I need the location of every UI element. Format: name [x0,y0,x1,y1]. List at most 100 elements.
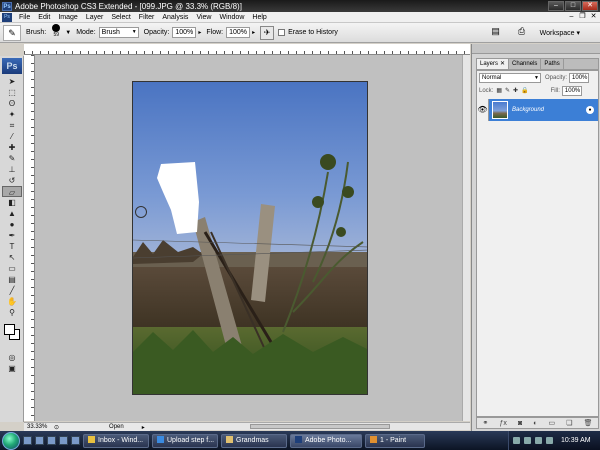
workspace-menu[interactable]: Workspace ▾ [540,29,580,37]
media-quicklaunch-icon[interactable] [59,436,68,445]
lock-all-icon[interactable]: 🔒 [521,87,528,94]
menu-layer[interactable]: Layer [82,14,108,21]
dodge-tool-icon[interactable]: ● [2,219,22,230]
lock-position-icon[interactable]: ✚ [513,87,518,94]
task-grandmas[interactable]: Grandmas [221,433,287,448]
tray-app-icon[interactable] [513,437,520,444]
tab-layers[interactable]: Layers ✕ [477,59,510,69]
opacity-input[interactable]: 100% [172,27,197,38]
eraser-tool-icon[interactable]: ▱ [2,186,22,197]
magic-wand-tool-icon[interactable]: ✦ [2,109,22,120]
foreground-color-swatch[interactable] [4,324,15,335]
new-layer-icon[interactable]: ❏ [566,419,572,427]
eye-icon[interactable]: 👁 [477,99,489,121]
lock-transparency-icon[interactable]: ▦ [496,87,502,94]
menu-help[interactable]: Help [248,14,270,21]
tab-channels[interactable]: Channels [509,59,542,69]
tray-status-icon[interactable] [546,437,553,444]
brush-picker[interactable]: 59 [49,23,63,42]
screen-mode-icon[interactable]: ▣ [2,363,22,374]
flow-input[interactable]: 100% [226,27,251,38]
start-button[interactable] [2,431,20,450]
eyedropper-tool-icon[interactable]: ⁄ [2,131,22,142]
printer-icon[interactable]: ⎙ [514,26,530,40]
document-icon[interactable]: Ps [2,12,12,22]
eraser-tool-preset-icon[interactable]: ✎ [3,24,21,41]
blur-tool-icon[interactable]: ▲ [2,208,22,219]
horizontal-scrollbar[interactable] [150,422,470,430]
crop-tool-icon[interactable]: ⌗ [2,120,22,131]
photoshop-logo[interactable]: Ps [2,58,22,74]
marquee-tool-icon[interactable]: ⬚ [2,87,22,98]
blend-mode-select[interactable]: Normal ▼ [479,72,541,83]
maximize-button[interactable]: □ [565,1,581,11]
hand-tool-icon[interactable]: ✋ [2,296,22,307]
status-menu-icon[interactable]: ▸ [142,424,145,431]
task-paint[interactable]: 1 - Paint [365,433,425,448]
horizontal-scroll-thumb[interactable] [250,424,390,429]
zoom-tool-icon[interactable]: ⚲ [2,307,22,318]
menu-analysis[interactable]: Analysis [158,14,192,21]
lock-pixels-icon[interactable]: ✎ [505,87,510,94]
airbrush-toggle-icon[interactable]: ✈ [260,25,275,40]
link-layers-icon[interactable]: ⚭ [483,419,489,427]
menu-edit[interactable]: Edit [34,14,54,21]
document-canvas-area[interactable] [35,55,462,421]
close-button[interactable]: ✕ [582,1,598,11]
adjustment-layer-icon[interactable]: ◐ [533,420,537,427]
menu-filter[interactable]: Filter [135,14,159,21]
folder-quicklaunch-icon[interactable] [71,436,80,445]
shape-tool-icon[interactable]: ▭ [2,263,22,274]
eyedropper-tool-2-icon[interactable]: ╱ [2,285,22,296]
document-image[interactable] [132,81,368,395]
fill-input[interactable]: 100% [561,85,582,96]
brush-tool-icon[interactable]: ✎ [2,153,22,164]
show-desktop-icon[interactable] [23,436,32,445]
brush-dropdown-icon[interactable]: ▼ [65,30,71,36]
brushes-palette-icon[interactable]: ▤ [488,26,504,40]
erase-to-history-checkbox[interactable] [278,29,286,36]
menu-view[interactable]: View [192,14,215,21]
task-upload[interactable]: Upload step f... [152,433,218,448]
volume-icon[interactable] [535,437,542,444]
pen-tool-icon[interactable]: ✒ [2,230,22,241]
panel-dock-header[interactable] [472,44,600,54]
menu-window[interactable]: Window [215,14,248,21]
layer-mask-icon[interactable]: ◙ [518,420,522,427]
menu-select[interactable]: Select [107,14,134,21]
menu-file[interactable]: File [15,14,34,21]
task-inbox[interactable]: Inbox - Wind... [83,433,149,448]
healing-brush-tool-icon[interactable]: ✚ [2,142,22,153]
status-info-icon[interactable]: ⊙ [54,424,59,431]
opacity-slider-icon[interactable]: ▸ [198,29,201,36]
doc-close-button[interactable]: ✕ [589,13,598,21]
type-tool-icon[interactable]: T [2,241,22,252]
move-tool-icon[interactable]: ➤ [2,76,22,87]
network-icon[interactable] [524,437,531,444]
clone-stamp-tool-icon[interactable]: ⊥ [2,164,22,175]
new-group-icon[interactable]: ▭ [549,419,556,427]
lasso-tool-icon[interactable]: ʘ [2,98,22,109]
switch-windows-icon[interactable] [35,436,44,445]
history-brush-tool-icon[interactable]: ↺ [2,175,22,186]
menu-image[interactable]: Image [54,14,81,21]
mode-select[interactable]: Brush ▼ [98,27,139,38]
tab-paths[interactable]: Paths [541,59,564,69]
doc-minimize-button[interactable]: – [567,13,576,21]
zoom-level[interactable]: 33.33% [24,424,54,430]
quick-mask-icon[interactable]: ◎ [2,352,22,363]
browser-quicklaunch-icon[interactable] [47,436,56,445]
notes-tool-icon[interactable]: ▤ [2,274,22,285]
paint-bucket-tool-icon[interactable]: ◧ [2,197,22,208]
flow-slider-icon[interactable]: ▸ [252,29,255,36]
layer-style-icon[interactable]: ƒx [499,420,506,427]
doc-restore-button[interactable]: ❐ [578,13,587,21]
close-icon[interactable]: ✕ [500,61,505,67]
minimize-button[interactable]: – [548,1,564,11]
layer-row-background[interactable]: 👁 Background ● [477,99,598,121]
task-photoshop[interactable]: Adobe Photo... [290,433,362,448]
clock[interactable]: 10:39 AM [561,437,591,444]
vertical-scrollbar[interactable] [462,55,470,421]
path-selection-tool-icon[interactable]: ↖ [2,252,22,263]
trash-icon[interactable]: 🗑 [584,419,593,427]
